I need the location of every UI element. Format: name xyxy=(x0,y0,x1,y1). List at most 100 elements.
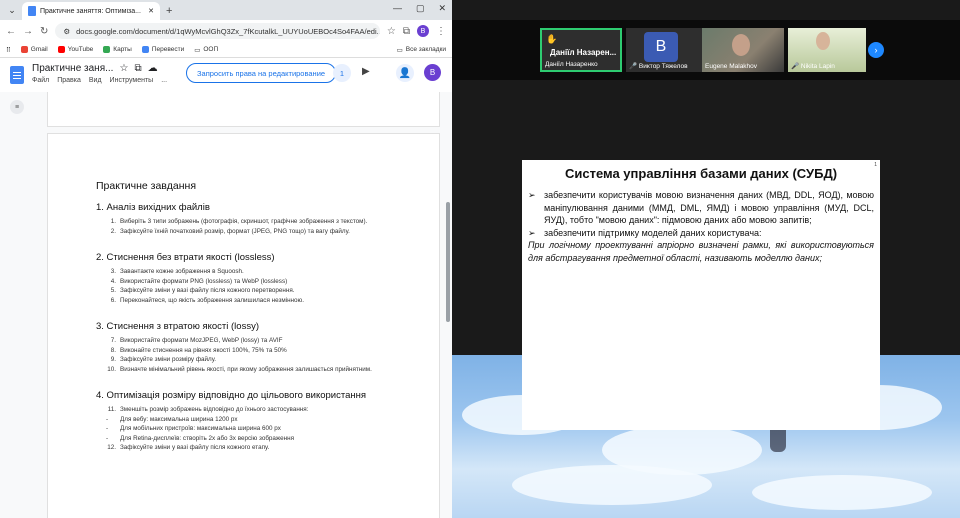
mic-muted-icon: 🎤 xyxy=(629,63,638,70)
request-edit-access-button[interactable]: Запросить права на редактирование xyxy=(186,63,337,83)
star-icon[interactable]: ☆ xyxy=(119,63,128,74)
list-text: Зменшіть розмір зображень відповідно до … xyxy=(120,406,309,413)
share-person-icon[interactable]: 👤 xyxy=(396,64,414,82)
browser-tab[interactable]: Практичне заняття: Оптиміза... ✕ xyxy=(22,2,160,20)
site-info-icon[interactable]: ⚙ xyxy=(63,27,70,36)
section-heading: 4. Оптимізація розміру відповідно до ціл… xyxy=(96,390,366,401)
viewer-count-badge[interactable]: 1 xyxy=(333,64,351,82)
list-number: 12. xyxy=(107,444,116,451)
participant-name: 🎤 Виктор Тяжелов xyxy=(629,62,688,70)
folder-icon: ▭ xyxy=(396,46,403,54)
slide-bullet: ➢ забезпечити користувачів мовою визначен… xyxy=(528,189,874,227)
maximize-icon[interactable]: ▢ xyxy=(416,3,425,14)
bookmark-translate[interactable]: Перевести xyxy=(141,46,185,53)
list-number: 5. xyxy=(110,287,116,294)
list-text: Зафіксуйте зміни у вазі файлу після кожн… xyxy=(120,444,270,451)
document-title[interactable]: Практичне заня... xyxy=(32,63,113,74)
all-bookmarks[interactable]: ▭ Все закладки xyxy=(397,46,446,54)
list-number: 4. xyxy=(110,277,116,285)
menu-file[interactable]: Файл xyxy=(32,77,49,84)
list-number: 8. xyxy=(110,346,116,354)
scrollbar-thumb[interactable] xyxy=(446,202,450,322)
raised-hand-icon: ✋ xyxy=(546,34,558,44)
list-text: Завантажте кожне зображення в Squoosh. xyxy=(120,268,244,275)
list-number: 11. xyxy=(107,406,116,413)
move-folder-icon[interactable]: ⧉ xyxy=(134,63,141,74)
list-item: 4. Використайте формати PNG (lossless) та… xyxy=(96,277,396,287)
document-heading: Практичне завдання xyxy=(96,180,197,192)
bookmark-youtube[interactable]: YouTube xyxy=(57,46,94,53)
list-number: 1. xyxy=(110,218,116,225)
url-field[interactable]: ⚙ docs.google.com/document/d/1qWyMcvlGhQ… xyxy=(55,23,380,39)
list-number: 9. xyxy=(110,356,116,363)
slide-title: Система управління базами даних (СУБД) xyxy=(564,166,838,181)
next-participants-icon[interactable]: › xyxy=(868,42,884,58)
bookmark-label: Карты xyxy=(113,46,132,53)
docs-logo-icon[interactable] xyxy=(10,66,24,84)
participant-tile[interactable]: 🎤 Nikita Lapin xyxy=(788,28,866,72)
gmail-icon xyxy=(20,46,28,53)
back-icon[interactable]: ← xyxy=(6,26,16,37)
bookmark-label: Gmail xyxy=(30,46,48,53)
list-text: Для Retina-дисплеїв: створіть 2x або 3x … xyxy=(120,434,295,442)
scrollbar[interactable] xyxy=(444,92,452,518)
menu-more[interactable]: ... xyxy=(161,77,167,84)
forward-icon[interactable]: → xyxy=(23,26,33,37)
section-list: 3. Завантажте кожне зображення в Squoosh.… xyxy=(96,267,396,305)
youtube-icon xyxy=(57,46,65,53)
participant-name-text: Nikita Lapin xyxy=(800,63,835,70)
bookmark-folder-oop[interactable]: ▭ ООП xyxy=(194,46,218,54)
list-item: 9. Зафіксуйте зміни розміру файлу. xyxy=(96,355,396,365)
list-item: 10. Визначте мінімальний рівень якості, п… xyxy=(96,365,396,375)
participant-tile[interactable]: B 🎤 Виктор Тяжелов xyxy=(626,28,712,72)
section-heading: 3. Стиснення з втратою якості (lossy) xyxy=(96,321,259,332)
docs-menu-bar: Файл Правка Вид Инструменты ... xyxy=(32,77,167,84)
chrome-window: ⌄ Практичне заняття: Оптиміза... ✕ + — ▢… xyxy=(0,0,452,518)
reload-icon[interactable]: ↻ xyxy=(40,26,48,37)
folder-icon: ▭ xyxy=(194,46,201,54)
menu-view[interactable]: Вид xyxy=(89,77,102,84)
docs-header: Практичне заня... ☆ ⧉ ☁ Файл Правка Вид … xyxy=(0,58,452,92)
list-text: Виберіть 3 типи зображень (фотографія, с… xyxy=(120,218,368,225)
slide-bullet-text: забезпечити користувачів мовою визначенн… xyxy=(544,190,874,225)
section-heading: 1. Аналіз вихідних файлів xyxy=(96,202,210,213)
list-text: Зафіксуйте зміни розміру файлу. xyxy=(120,356,216,363)
new-tab-button[interactable]: + xyxy=(166,5,172,17)
docs-favicon-icon xyxy=(28,6,36,16)
arrow-bullet-icon: ➢ xyxy=(528,227,536,238)
outline-icon[interactable]: ≡ xyxy=(10,100,24,114)
meet-icon[interactable]: ▶ xyxy=(362,66,370,77)
participant-avatar: B xyxy=(644,32,678,62)
apps-icon[interactable]: ⠿ xyxy=(6,46,11,54)
account-avatar[interactable]: B xyxy=(424,64,441,81)
list-number: 3. xyxy=(110,268,116,275)
extensions-icon[interactable]: ⧉ xyxy=(403,26,410,37)
list-item: 3. Завантажте кожне зображення в Squoosh. xyxy=(96,267,396,277)
slide-bullet: ➢ забезпечити підтримку моделей даних кор… xyxy=(528,227,874,240)
bookmark-label: YouTube xyxy=(67,46,94,53)
participant-name-text: Виктор Тяжелов xyxy=(638,63,688,70)
more-menu-icon[interactable]: ⋮ xyxy=(436,26,446,37)
tab-search-icon[interactable]: ⌄ xyxy=(4,2,20,18)
list-item: 12. Зафіксуйте зміни у вазі файлу після к… xyxy=(96,443,396,453)
menu-edit[interactable]: Правка xyxy=(57,77,81,84)
bookmark-label: Перевести xyxy=(151,46,185,53)
close-tab-icon[interactable]: ✕ xyxy=(148,7,154,15)
menu-tools[interactable]: Инструменты xyxy=(110,77,154,84)
participant-name: Eugene Malakhov xyxy=(705,63,758,70)
profile-avatar[interactable]: B xyxy=(417,25,429,37)
participant-tile[interactable]: Eugene Malakhov xyxy=(702,28,784,72)
list-number: 10. xyxy=(107,365,116,373)
screen-share-area: 1 Система управління базами даних (СУБД)… xyxy=(452,80,960,518)
zoom-window: ✋ Даніїл Назарен... Даніїл Назаренко B 🎤… xyxy=(452,0,960,518)
participant-tile-active[interactable]: ✋ Даніїл Назарен... Даніїл Назаренко xyxy=(540,28,622,72)
bookmark-star-icon[interactable]: ☆ xyxy=(387,26,396,37)
bookmark-gmail[interactable]: Gmail xyxy=(20,46,48,53)
minimize-icon[interactable]: — xyxy=(393,3,402,14)
list-text: Для вебу: максимальна ширина 1200 px xyxy=(120,415,238,423)
close-window-icon[interactable]: ✕ xyxy=(438,3,446,14)
bookmark-maps[interactable]: Карты xyxy=(103,46,132,53)
maps-icon xyxy=(103,46,111,53)
slide-bullet-text: забезпечити підтримку моделей даних кори… xyxy=(544,227,762,238)
list-text: Переконайтеся, що якість зображення зали… xyxy=(120,296,304,304)
